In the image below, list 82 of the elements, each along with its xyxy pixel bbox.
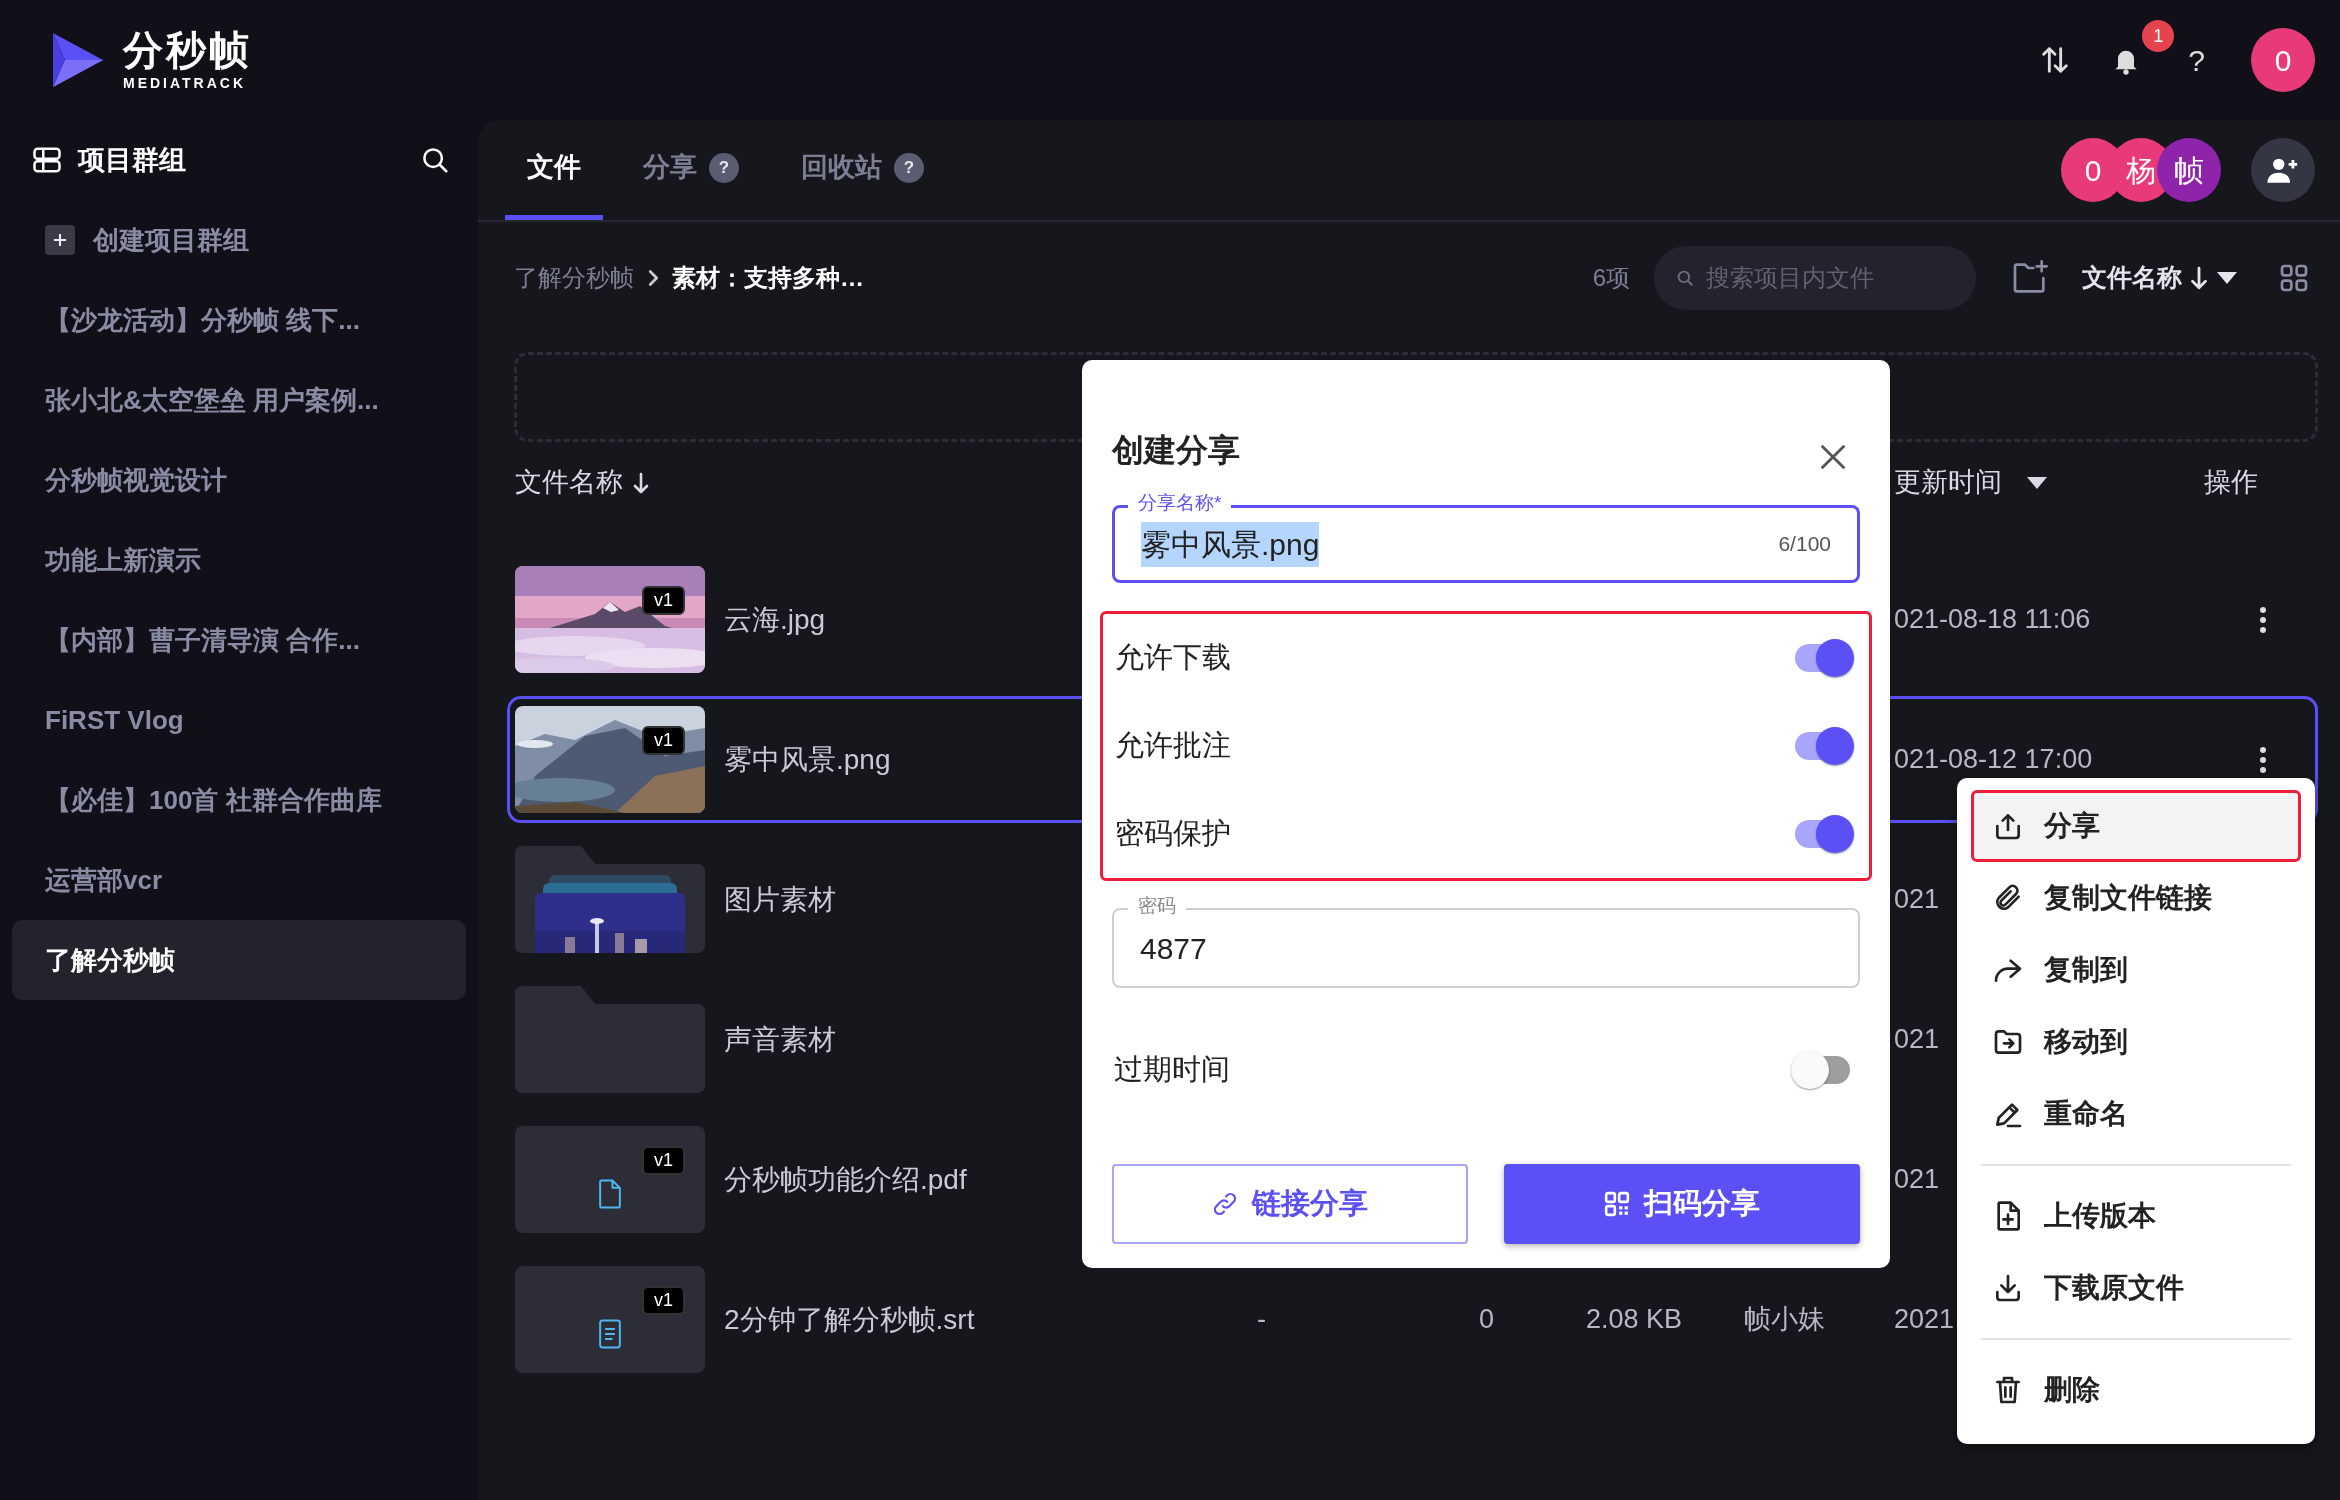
sidebar-item[interactable]: 【内部】曹子清导演 合作... <box>12 600 466 680</box>
search-icon[interactable] <box>420 145 450 175</box>
avatar[interactable]: 0 <box>2251 28 2315 92</box>
update-time: 021 <box>1894 1163 1940 1197</box>
menu-item[interactable]: 分享 <box>1971 790 2301 862</box>
help-button[interactable]: ? <box>2180 37 2213 83</box>
menu-item[interactable]: 删除 <box>1971 1354 2301 1426</box>
sort-button[interactable]: 文件名称 <box>2076 258 2244 298</box>
more-icon <box>2259 745 2267 774</box>
menu-item[interactable]: 上传版本 <box>1971 1180 2301 1252</box>
search-field[interactable]: 搜索项目内文件 <box>1654 246 1976 310</box>
table-cell-text: 帧小妹 <box>1742 1303 1826 1337</box>
column-header[interactable]: 操作 <box>2204 462 2299 503</box>
option-label: 允许批注 <box>1115 728 1231 764</box>
sidebar-title: 项目群组 <box>78 143 186 177</box>
sidebar-item[interactable]: 了解分秒帧 <box>12 920 466 1000</box>
version-badge: v1 <box>642 1286 685 1316</box>
table-cell-text: - <box>1256 1303 1267 1337</box>
search-input[interactable]: 搜索项目内文件 <box>1704 259 1954 297</box>
file-name: 分秒帧功能介绍.pdf <box>724 1162 967 1197</box>
notification-badge: 1 <box>2142 20 2175 52</box>
update-time: 021-08-18 11:06 <box>1894 603 2091 637</box>
menu-item[interactable]: 复制文件链接 <box>1971 862 2301 934</box>
create-group-button[interactable]: 创建项目群组 <box>12 200 466 280</box>
sidebar-item[interactable]: 【必佳】100首 社群合作曲库 <box>12 760 466 840</box>
table-cell-text: 0 <box>1478 1303 1495 1337</box>
version-badge: v1 <box>642 1146 685 1176</box>
tab[interactable]: 文件 <box>505 120 603 220</box>
arrow-down-icon <box>2188 265 2210 291</box>
update-time: 021 <box>1894 883 1940 917</box>
arrow-down-icon <box>631 470 651 495</box>
logo-title: 分秒帧 <box>123 30 252 70</box>
sidebar-item[interactable]: 运营部vcr <box>12 840 466 920</box>
file-name: 雾中风景.png <box>724 742 891 777</box>
option-label: 过期时间 <box>1114 1052 1230 1088</box>
file-name: 2分钟了解分秒帧.srt <box>724 1302 975 1337</box>
breadcrumb-item[interactable]: 了解分秒帧 <box>514 260 634 296</box>
item-count: 6项 <box>1592 263 1630 293</box>
plus-icon <box>52 232 68 248</box>
folder-icon <box>515 986 705 1093</box>
dialog-title: 创建分享 <box>1112 431 1240 470</box>
more-icon <box>2259 605 2267 634</box>
sidebar-item[interactable]: 功能上新演示 <box>12 520 466 600</box>
menu-item[interactable]: 重命名 <box>1971 1078 2301 1150</box>
menu-item[interactable]: 移动到 <box>1971 1006 2301 1078</box>
share-button[interactable]: 链接分享 <box>1112 1164 1468 1244</box>
help-badge: ? <box>709 152 739 183</box>
member-avatar: 帧 <box>2157 138 2221 202</box>
option-label: 密码保护 <box>1115 816 1231 852</box>
caret-icon <box>2216 270 2238 286</box>
sidebar-item[interactable]: 张小北&太空堡垒 用户案例... <box>12 360 466 440</box>
groups-icon <box>32 145 62 175</box>
file-name: 云海.jpg <box>724 602 826 637</box>
option-label: 允许下载 <box>1115 640 1231 676</box>
update-time: 021 <box>1894 1023 1940 1057</box>
tab[interactable]: 分享 ? <box>621 120 761 220</box>
column-header[interactable]: 更新时间 <box>1894 462 2179 503</box>
update-time: 2021 <box>1894 1303 1955 1337</box>
breadcrumb-item: 素材：支持多种… <box>672 263 864 293</box>
sidebar-item[interactable]: 分秒帧视觉设计 <box>12 440 466 520</box>
version-badge: v1 <box>642 726 685 756</box>
qr-code-icon <box>1604 1191 1630 1217</box>
logo-subtitle: MEDIATRACK <box>123 76 248 90</box>
help-badge: ? <box>894 152 924 183</box>
file-name: 图片素材 <box>724 882 836 917</box>
file-name: 声音素材 <box>724 1022 836 1057</box>
sidebar-item[interactable]: FiRST Vlog <box>12 680 466 760</box>
version-badge: v1 <box>642 586 685 616</box>
link-icon <box>1212 1191 1238 1217</box>
menu-item[interactable]: 下载原文件 <box>1971 1252 2301 1324</box>
field-value: 4877 <box>1140 930 1207 967</box>
grid-view-icon[interactable] <box>2278 262 2310 294</box>
character-counter: 6/100 <box>1778 531 1831 558</box>
field-value: 雾中风景.png <box>1141 521 1320 567</box>
update-time: 021-08-12 17:00 <box>1894 743 2093 777</box>
table-cell-text: 2.08 KB <box>1584 1303 1684 1337</box>
create-group-label: 创建项目群组 <box>93 223 249 257</box>
menu-item[interactable]: 复制到 <box>1971 934 2301 1006</box>
tab[interactable]: 回收站 ? <box>779 120 946 220</box>
caret-icon <box>2026 474 2048 491</box>
sidebar-item[interactable]: 【沙龙活动】分秒帧 线下... <box>12 280 466 360</box>
share-button[interactable]: 扫码分享 <box>1504 1164 1860 1244</box>
